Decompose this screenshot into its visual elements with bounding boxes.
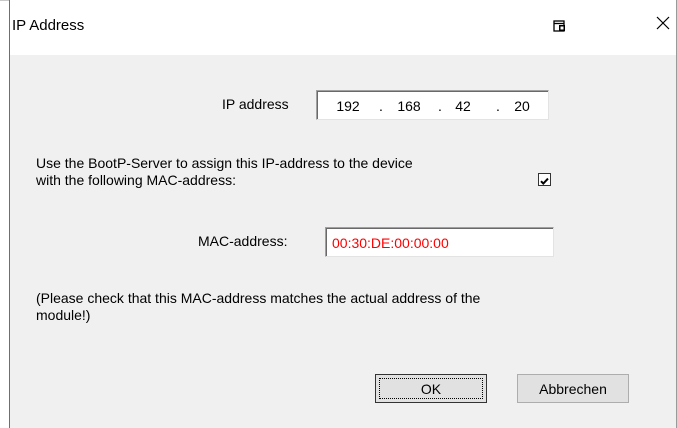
ip-octet-1[interactable]: 192	[332, 98, 364, 114]
cancel-button[interactable]: Abbrechen	[517, 374, 629, 403]
bootp-description-line1: Use the BootP-Server to assign this IP-a…	[36, 155, 413, 171]
ip-octet-4[interactable]: 20	[510, 98, 534, 114]
ip-separator-3: .	[496, 98, 500, 114]
mac-address-field[interactable]: 00:30:DE:00:00:00	[325, 227, 554, 257]
ip-address-dialog: IP Address IP address 192 . 168 . 42 . 2…	[10, 0, 677, 428]
window-title: IP Address	[12, 17, 85, 34]
close-icon	[656, 16, 670, 30]
ip-separator-1: .	[379, 98, 383, 114]
ip-address-field[interactable]: 192 . 168 . 42 . 20	[316, 90, 549, 120]
ok-button[interactable]: OK	[375, 374, 487, 403]
bootp-checkbox[interactable]	[538, 173, 551, 186]
checkmark-icon	[540, 177, 549, 186]
screen: IP Address IP address 192 . 168 . 42 . 2…	[0, 0, 677, 428]
title-bar[interactable]: IP Address	[10, 0, 676, 55]
pin-window-icon[interactable]	[553, 19, 567, 33]
close-button[interactable]	[652, 13, 674, 35]
mac-check-note-line1: (Please check that this MAC-address matc…	[36, 290, 481, 306]
ip-address-label: IP address	[222, 96, 289, 112]
ok-button-label: OK	[420, 381, 442, 397]
ip-octet-3[interactable]: 42	[451, 98, 475, 114]
ip-separator-2: .	[438, 98, 442, 114]
mac-address-value: 00:30:DE:00:00:00	[332, 235, 449, 251]
bootp-description-line2: with the following MAC-address:	[36, 172, 236, 188]
mac-address-label: MAC-address:	[198, 233, 288, 249]
mac-check-note-line2: module!)	[36, 307, 91, 323]
ip-octet-2[interactable]: 168	[393, 98, 425, 114]
cancel-button-label: Abbrechen	[539, 381, 607, 397]
